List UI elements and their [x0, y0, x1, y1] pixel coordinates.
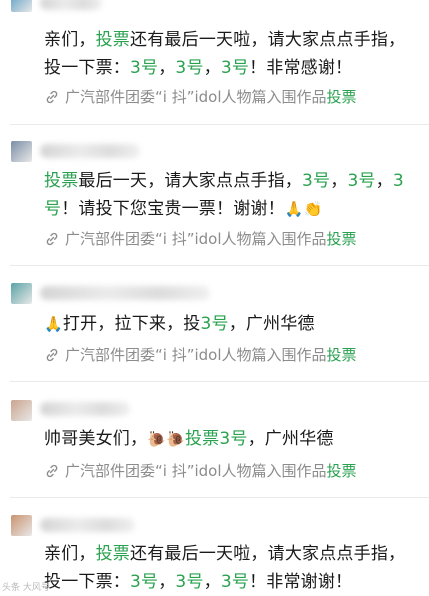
highlight-text: 3号	[220, 58, 250, 78]
link-vote-keyword: 投票	[326, 346, 357, 364]
comment-text: 亲们，投票还有最后一天啦，请大家点点手指，投一下票：3号，3号，3号！非常谢谢！	[44, 540, 416, 596]
text-segment: ，	[158, 572, 176, 592]
link-vote-keyword: 投票	[326, 230, 357, 248]
watermark: 头条 大风号	[2, 583, 50, 593]
shared-link[interactable]: 广汽部件团委“i 抖”idol人物篇入围作品 投票	[44, 345, 357, 365]
highlight-text: 3号	[220, 572, 250, 592]
emoji: 🐌🐌	[147, 430, 185, 448]
highlight-text: 投票	[44, 171, 79, 191]
text-segment: ，	[330, 171, 348, 191]
author-name-blurred	[40, 144, 140, 158]
comment-item: 亲们，投票还有最后一天啦，请大家点点手指，投一下票：3号，3号，3号！非常感谢！…	[0, 0, 429, 120]
text-segment: ，广州华德	[228, 314, 315, 334]
text-segment: ，	[203, 572, 221, 592]
text-segment: ！请投下您宝贵一票！谢谢！	[61, 199, 285, 219]
link-icon	[46, 348, 58, 362]
comment-item: 帅哥美女们，🐌🐌投票3号，广州华德 广汽部件团委“i 抖”idol人物篇入围作品…	[0, 382, 429, 494]
link-icon	[46, 464, 58, 478]
emoji: 🙏👏	[284, 200, 323, 218]
highlight-text: 投票	[95, 30, 131, 50]
avatar[interactable]	[11, 0, 32, 12]
text-segment: ，	[158, 58, 176, 78]
link-icon	[46, 232, 58, 246]
emoji: 🙏	[44, 315, 63, 333]
text-segment: 亲们，	[44, 544, 96, 564]
shared-link[interactable]: 广汽部件团委“i 抖”idol人物篇入围作品 投票	[44, 87, 357, 107]
highlight-text: 3号	[347, 171, 376, 191]
avatar[interactable]	[11, 400, 32, 421]
text-segment: ，广州华德	[247, 429, 334, 449]
highlight-text: 投票	[95, 544, 131, 564]
text-segment: ，	[203, 58, 221, 78]
comment-text: 亲们，投票还有最后一天啦，请大家点点手指，投一下票：3号，3号，3号！非常感谢！	[44, 26, 416, 82]
highlight-text: 3号	[175, 58, 204, 78]
link-title: 广汽部件团委“i 抖”idol人物篇入围作品	[65, 230, 327, 248]
comment-item: 🙏打开，拉下来，投3号，广州华德 广汽部件团委“i 抖”idol人物篇入围作品投…	[0, 266, 429, 378]
link-title: 广汽部件团委“i 抖”idol人物篇入围作品	[65, 346, 327, 364]
text-segment: ！非常谢谢！	[249, 572, 353, 592]
comment-item: 投票最后一天，请大家点点手指，3号，3号，3号！请投下您宝贵一票！谢谢！🙏👏 广…	[0, 125, 429, 265]
avatar[interactable]	[11, 515, 32, 536]
highlight-text: 投票3号	[184, 429, 248, 449]
author-name-blurred	[40, 286, 210, 300]
comment-text: 投票最后一天，请大家点点手指，3号，3号，3号！请投下您宝贵一票！谢谢！🙏👏	[44, 167, 416, 223]
author-name-blurred	[40, 0, 102, 10]
avatar[interactable]	[11, 141, 32, 162]
shared-link[interactable]: 广汽部件团委“i 抖”idol人物篇入围作品 投票	[44, 229, 357, 249]
link-title: 广汽部件团委“i 抖”idol人物篇入围作品	[65, 88, 327, 106]
comment-text: 帅哥美女们，🐌🐌投票3号，广州华德	[44, 425, 416, 453]
text-segment: ，	[375, 171, 393, 191]
text-segment: 打开，拉下来，投	[62, 314, 201, 334]
author-name-blurred	[40, 518, 135, 532]
text-segment: 帅哥美女们，	[44, 429, 148, 449]
link-title: 广汽部件团委“i 抖”idol人物篇入围作品	[65, 462, 327, 480]
highlight-text: 3号	[302, 171, 331, 191]
comment-text: 🙏打开，拉下来，投3号，广州华德	[44, 310, 416, 338]
link-vote-keyword: 投票	[326, 462, 357, 480]
text-segment: 亲们，	[44, 30, 96, 50]
text-segment: ！非常感谢！	[249, 58, 353, 78]
text-segment: 最后一天，请大家点点手指，	[78, 171, 303, 191]
link-vote-keyword: 投票	[326, 88, 357, 106]
link-icon	[46, 90, 58, 104]
shared-link[interactable]: 广汽部件团委“i 抖”idol人物篇入围作品 投票	[44, 461, 357, 481]
highlight-text: 3号	[200, 314, 229, 334]
highlight-text: 3号	[130, 58, 159, 78]
highlight-text: 3号	[130, 572, 159, 592]
highlight-text: 3号	[175, 572, 204, 592]
author-name-blurred	[40, 402, 130, 416]
comment-item: 亲们，投票还有最后一天啦，请大家点点手指，投一下票：3号，3号，3号！非常谢谢！	[0, 498, 429, 596]
avatar[interactable]	[11, 283, 32, 304]
